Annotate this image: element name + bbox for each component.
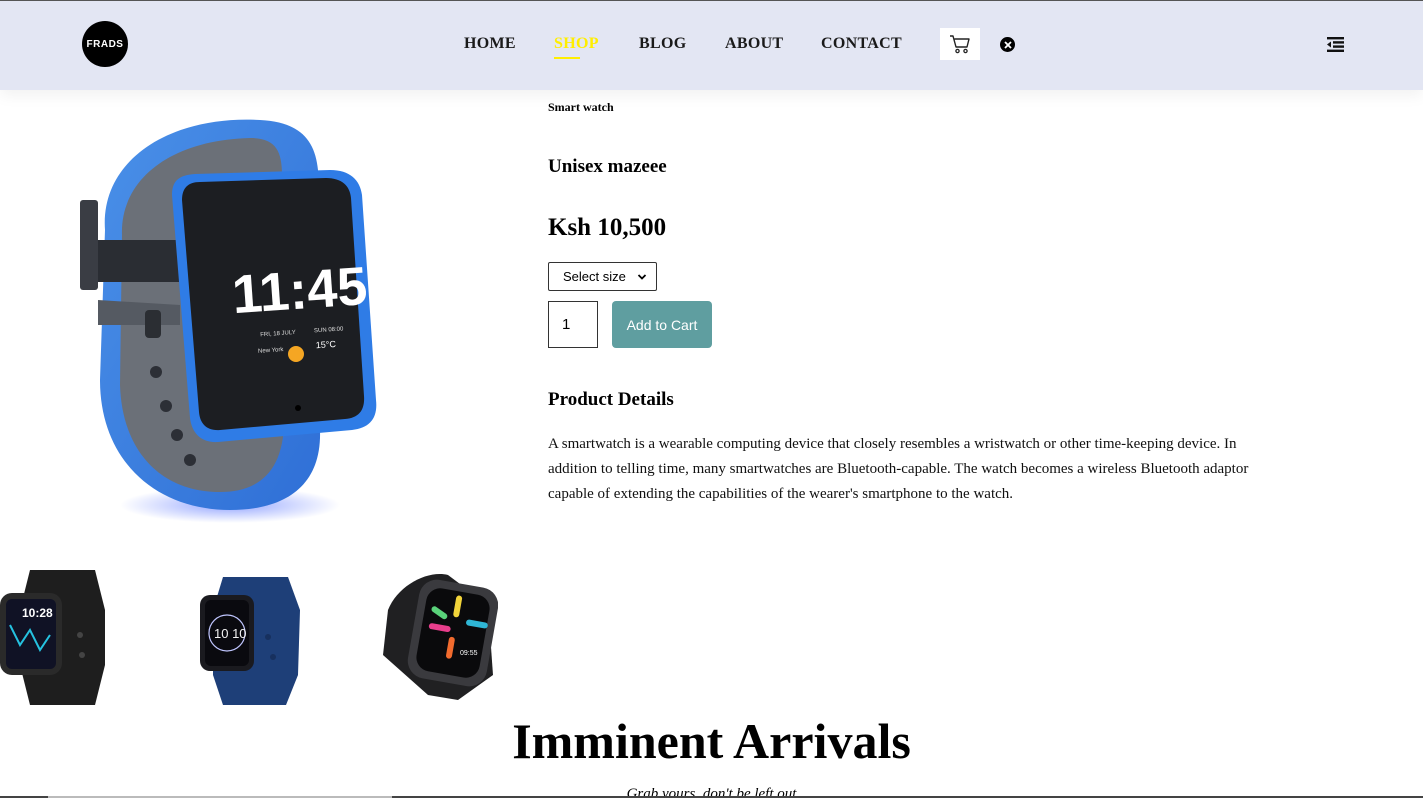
product-name: Unisex mazeee <box>548 156 667 177</box>
nav-blog[interactable]: BLOG <box>639 35 686 53</box>
add-to-cart-button[interactable]: Add to Cart <box>612 301 712 348</box>
thumb3-screen-time: 09:55 <box>460 650 478 657</box>
product-category: Smart watch <box>548 100 614 114</box>
nav-about[interactable]: ABOUT <box>725 35 783 53</box>
cart-button[interactable] <box>940 28 980 60</box>
quantity-input[interactable]: 1 <box>548 301 598 348</box>
thumbnail-oppo-smartwatch[interactable]: 09:55 <box>378 565 498 710</box>
add-to-cart-label: Add to Cart <box>626 316 698 333</box>
thumbnail-black-smartwatch[interactable]: 10:28 <box>0 565 120 710</box>
logo-text: FRADS <box>86 38 124 50</box>
nav-home[interactable]: HOME <box>464 35 516 53</box>
size-select[interactable]: Select size <box>548 262 657 291</box>
nav-contact[interactable]: CONTACT <box>821 35 902 53</box>
main-screen-temp: 15°C <box>315 339 336 350</box>
nav-shop[interactable]: SHOP <box>554 35 599 59</box>
thumb2-screen-time: 10 10 <box>214 626 247 641</box>
menu-icon[interactable] <box>1327 37 1344 52</box>
quantity-value: 1 <box>562 316 571 333</box>
product-main-image: 11:45 FRI, 18 JULY SUN 08:00 New York 15… <box>80 119 377 523</box>
logo[interactable]: FRADS <box>82 21 128 67</box>
arrivals-heading: Imminent Arrivals <box>512 713 911 769</box>
product-details-heading: Product Details <box>548 389 674 410</box>
thumbnail-navy-smartwatch[interactable]: 10 10 <box>198 565 308 710</box>
main-screen-time: 11:45 <box>230 256 369 325</box>
product-price: Ksh 10,500 <box>548 214 667 241</box>
thumb1-screen-time: 10:28 <box>22 606 53 620</box>
cart-icon <box>950 35 970 54</box>
site-header: FRADS HOME SHOP BLOG ABOUT CONTACT <box>0 0 1423 90</box>
chevron-down-icon <box>637 274 647 280</box>
size-select-value: Select size <box>563 269 626 284</box>
product-details-text: A smartwatch is a wearable computing dev… <box>548 436 1249 502</box>
close-icon[interactable] <box>1000 37 1015 52</box>
